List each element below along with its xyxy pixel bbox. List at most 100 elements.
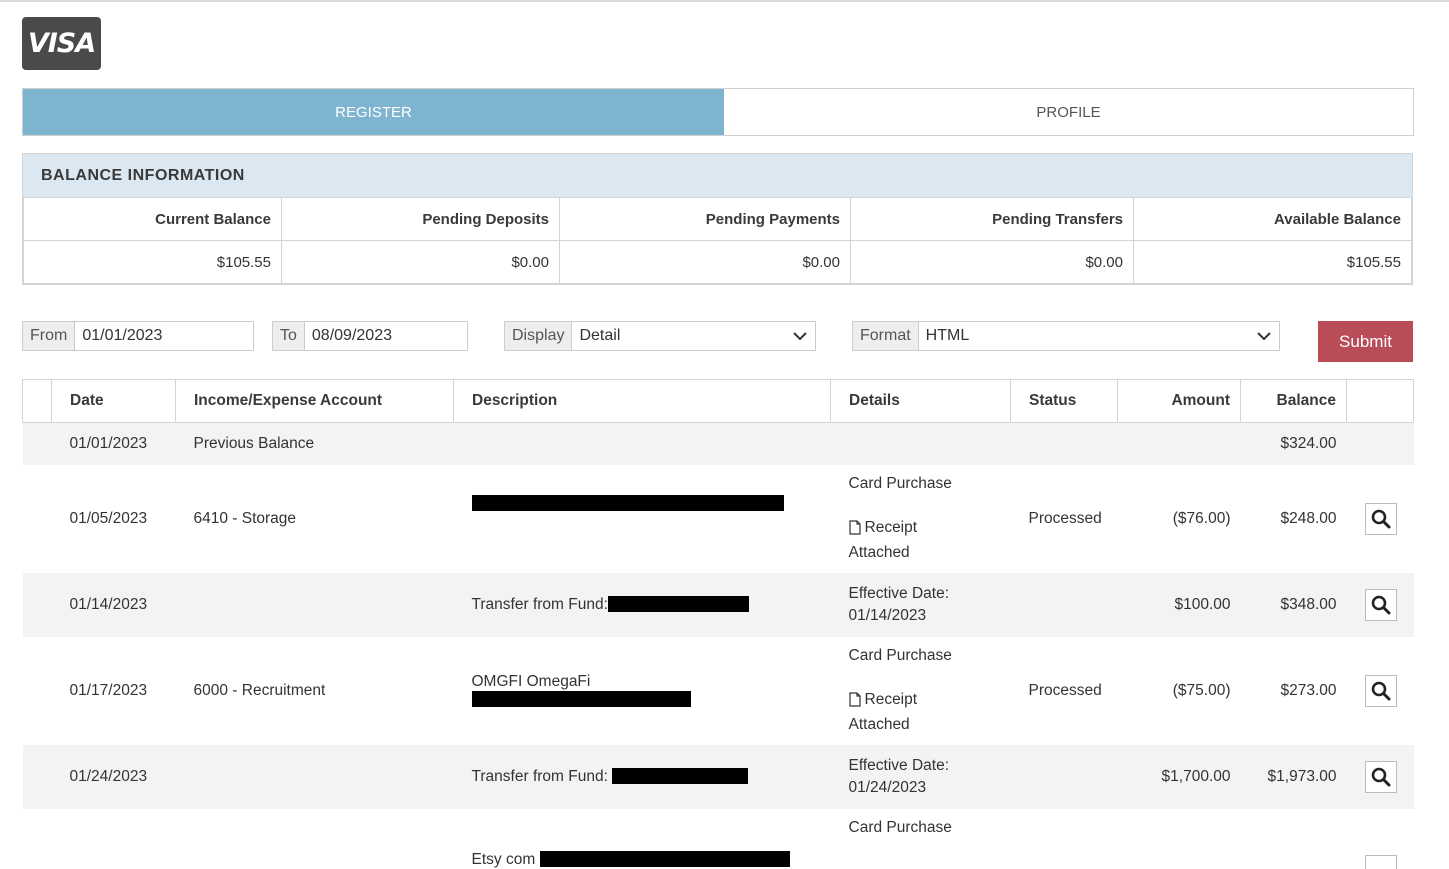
- search-icon: [1371, 681, 1390, 700]
- details-header[interactable]: Details: [830, 379, 1011, 423]
- table-row: 01/24/2023 Transfer from Fund: Effective…: [22, 744, 1414, 809]
- row-description: Etsy com: [454, 809, 831, 869]
- details-type: Card Purchase: [848, 474, 952, 492]
- redacted-text: [607, 596, 749, 613]
- to-label: To: [273, 322, 305, 350]
- document-icon: [848, 520, 861, 535]
- from-date-input[interactable]: 01/01/2023: [75, 322, 253, 350]
- receipt-label[interactable]: Receipt: [865, 689, 918, 711]
- row-balance: $1,973.00: [1240, 744, 1347, 809]
- row-date: 01/05/2023: [69, 509, 148, 527]
- receipt-link[interactable]: Receipt: [848, 517, 918, 539]
- details-type: Effective Date:: [848, 584, 950, 602]
- chevron-down-icon[interactable]: [1249, 322, 1279, 350]
- row-status: [1010, 744, 1118, 809]
- pending-payments-header: Pending Payments: [559, 197, 851, 241]
- display-label: Display: [505, 322, 573, 350]
- row-balance: $273.00: [1280, 681, 1337, 699]
- amount-header[interactable]: Amount: [1117, 379, 1241, 423]
- register-table: Date Income/Expense Account Description …: [22, 379, 1414, 869]
- to-date-input[interactable]: 08/09/2023: [305, 322, 467, 350]
- row-description: [454, 465, 831, 573]
- row-account: 6410 - Storage: [193, 509, 297, 527]
- redacted-text: [612, 768, 749, 785]
- balance-header[interactable]: Balance: [1240, 379, 1347, 423]
- display-value[interactable]: Detail: [572, 322, 785, 350]
- submit-button[interactable]: Submit: [1318, 321, 1413, 362]
- row-account: 6000 - Recruitment: [193, 681, 326, 699]
- from-date-field[interactable]: From 01/01/2023: [22, 321, 254, 351]
- current-balance-value: $105.55: [23, 240, 282, 284]
- current-balance-header: Current Balance: [23, 197, 282, 241]
- view-transaction-button[interactable]: [1364, 588, 1397, 621]
- table-row: Etsy com Card Purchase: [23, 809, 1414, 869]
- description-header[interactable]: Description: [453, 379, 831, 423]
- row-details: Effective Date: 01/24/2023: [830, 744, 1011, 809]
- available-balance-value: $105.55: [1133, 240, 1412, 284]
- from-label: From: [23, 322, 76, 350]
- format-value[interactable]: HTML: [919, 322, 1249, 350]
- details-date: 01/14/2023: [848, 606, 927, 624]
- row-status: Processed: [1028, 509, 1102, 527]
- row-account: Previous Balance: [175, 422, 454, 465]
- to-date-field[interactable]: To 08/09/2023: [272, 321, 468, 351]
- row-description: Transfer from Fund:: [453, 744, 831, 809]
- row-amount: ($75.00): [1172, 681, 1231, 699]
- table-row: 01/05/2023 6410 - Storage Card Purchase …: [23, 465, 1414, 573]
- tab-register[interactable]: REGISTER: [23, 89, 724, 135]
- format-select[interactable]: Format HTML: [852, 321, 1280, 351]
- balance-information-panel: BALANCE INFORMATION Current Balance Pend…: [22, 153, 1413, 285]
- row-date: 01/14/2023: [51, 572, 176, 637]
- table-row: 01/01/2023 Previous Balance $324.00: [22, 422, 1414, 465]
- redacted-text: [471, 691, 691, 708]
- view-transaction-button[interactable]: [1364, 674, 1397, 707]
- row-balance: $248.00: [1280, 509, 1337, 527]
- view-transaction-button[interactable]: [1364, 502, 1397, 535]
- details-type: Card Purchase: [848, 646, 952, 664]
- view-transaction-button[interactable]: [1364, 760, 1397, 793]
- row-date: 01/01/2023: [51, 422, 176, 465]
- balance-heading: BALANCE INFORMATION: [23, 154, 1412, 197]
- row-details: Card Purchase: [831, 809, 1011, 869]
- details-type: Effective Date:: [848, 756, 950, 774]
- display-select[interactable]: Display Detail: [504, 321, 816, 351]
- description-text: OMGFI OmegaFi: [471, 672, 591, 690]
- row-details: Effective Date: 01/14/2023: [830, 572, 1011, 637]
- document-icon: [848, 692, 861, 707]
- search-icon: [1371, 767, 1390, 786]
- date-header[interactable]: Date: [51, 379, 176, 423]
- row-date: 01/24/2023: [51, 744, 176, 809]
- row-balance: $324.00: [1240, 422, 1347, 465]
- pending-payments-value: $0.00: [559, 240, 851, 284]
- receipt-attached-label: Attached: [848, 716, 910, 734]
- status-header[interactable]: Status: [1010, 379, 1118, 423]
- description-text: Transfer from Fund:: [471, 767, 608, 785]
- available-balance-header: Available Balance: [1133, 197, 1412, 241]
- description-text: Etsy com: [471, 850, 536, 868]
- tab-profile[interactable]: PROFILE: [724, 89, 1413, 135]
- receipt-label[interactable]: Receipt: [865, 517, 918, 539]
- row-date: 01/17/2023: [69, 681, 148, 699]
- pending-deposits-header: Pending Deposits: [281, 197, 560, 241]
- table-row: 01/14/2023 Transfer from Fund: Effective…: [22, 572, 1414, 637]
- account-header[interactable]: Income/Expense Account: [175, 379, 454, 423]
- row-amount: $100.00: [1117, 572, 1241, 637]
- tab-bar: REGISTER PROFILE: [22, 88, 1414, 136]
- row-account: [175, 572, 454, 637]
- row-amount: $1,700.00: [1117, 744, 1241, 809]
- details-date: 01/24/2023: [848, 778, 927, 796]
- row-description: OMGFI OmegaFi: [454, 637, 831, 745]
- row-status: Processed: [1028, 681, 1102, 699]
- row-account: [175, 744, 454, 809]
- row-details: Card Purchase Receipt Attached: [831, 637, 1011, 745]
- pending-deposits-value: $0.00: [281, 240, 560, 284]
- row-balance: $348.00: [1240, 572, 1347, 637]
- chevron-down-icon[interactable]: [785, 322, 815, 350]
- balance-table: Current Balance Pending Deposits Pending…: [23, 197, 1412, 284]
- pending-transfers-value: $0.00: [850, 240, 1134, 284]
- search-icon: [1371, 509, 1390, 528]
- receipt-link[interactable]: Receipt: [848, 689, 918, 711]
- view-transaction-button[interactable]: [1364, 854, 1397, 869]
- format-label: Format: [853, 322, 919, 350]
- redacted-text: [471, 495, 784, 512]
